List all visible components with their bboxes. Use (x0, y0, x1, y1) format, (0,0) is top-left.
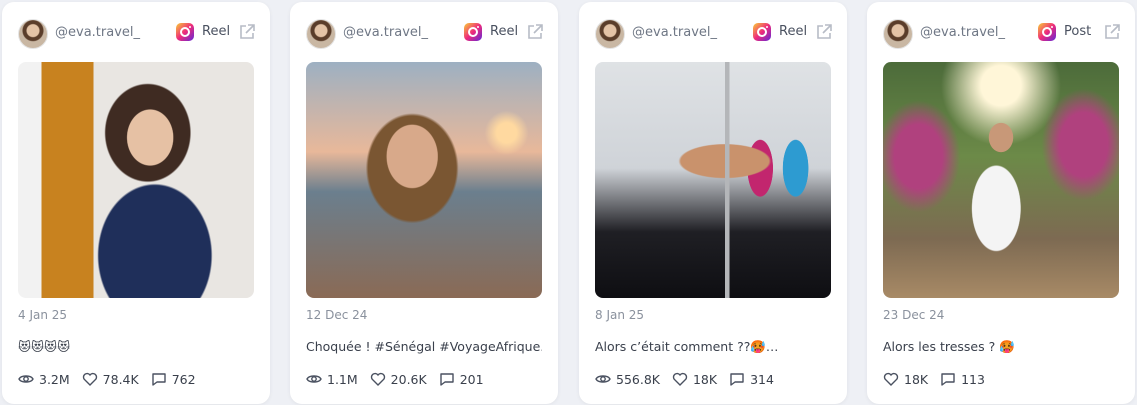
post-type-label: Reel (490, 24, 519, 39)
views-stat: 3.2M (18, 371, 70, 387)
likes-count: 78.4K (102, 371, 139, 387)
likes-stat: 18K (672, 371, 717, 387)
comment-icon (730, 373, 744, 386)
external-link-icon[interactable] (526, 23, 544, 41)
comments-count: 113 (961, 371, 985, 387)
likes-stat: 18K (883, 371, 928, 387)
post-type-label: Post (1064, 24, 1092, 39)
post-date: 8 Jan 25 (595, 308, 645, 322)
post-stats: 3.2M 78.4K 762 (18, 370, 208, 388)
post-caption: Alors c’était comment ??🥵… (595, 339, 779, 354)
post-header: @eva.travel_ Reel (18, 18, 256, 49)
post-thumbnail[interactable] (306, 62, 542, 298)
post-date: 12 Dec 24 (306, 308, 368, 322)
post-header: @eva.travel_ Reel (306, 18, 544, 49)
eye-icon (18, 375, 34, 383)
comments-stat: 113 (940, 371, 985, 387)
comment-icon (440, 373, 454, 386)
likes-stat: 78.4K (82, 371, 139, 387)
post-card[interactable]: @eva.travel_ Post 23 Dec 24 Alors les tr… (867, 2, 1135, 404)
comments-stat: 314 (729, 371, 774, 387)
post-card[interactable]: @eva.travel_ Reel 4 Jan 25 😻😻😻😻 3.2M 78.… (2, 2, 270, 404)
post-card[interactable]: @eva.travel_ Reel 8 Jan 25 Alors c’était… (579, 2, 847, 404)
comments-stat: 201 (439, 371, 484, 387)
post-stats: 1.1M 20.6K 201 (306, 370, 496, 388)
external-link-icon[interactable] (1103, 23, 1121, 41)
post-caption: 😻😻😻😻 (18, 339, 71, 354)
post-header: @eva.travel_ Reel (595, 18, 833, 49)
account-handle[interactable]: @eva.travel_ (632, 25, 717, 40)
post-type-label: Reel (202, 24, 231, 39)
comments-count: 201 (459, 371, 484, 387)
post-stats: 556.8K 18K 314 (595, 370, 786, 388)
comment-icon (152, 373, 166, 386)
post-date: 4 Jan 25 (18, 308, 68, 322)
instagram-icon (753, 23, 771, 41)
avatar[interactable] (883, 19, 913, 49)
post-thumbnail[interactable] (18, 62, 254, 298)
comments-count: 762 (171, 371, 196, 387)
post-card[interactable]: @eva.travel_ Reel 12 Dec 24 Choquée ! #S… (290, 2, 558, 404)
account-handle[interactable]: @eva.travel_ (343, 25, 428, 40)
likes-count: 18K (692, 371, 718, 387)
likes-count: 20.6K (390, 371, 427, 387)
comment-icon (941, 373, 955, 386)
avatar[interactable] (595, 19, 625, 49)
account-handle[interactable]: @eva.travel_ (55, 25, 140, 40)
avatar[interactable] (306, 19, 336, 49)
post-thumbnail[interactable] (883, 62, 1119, 298)
post-date: 23 Dec 24 (883, 308, 945, 322)
post-caption: Alors les tresses ? 🥵 (883, 339, 1015, 354)
post-stats: 18K 113 (883, 370, 997, 388)
external-link-icon[interactable] (238, 23, 256, 41)
avatar[interactable] (18, 19, 48, 49)
instagram-icon (1038, 23, 1056, 41)
views-stat: 556.8K (595, 371, 660, 387)
post-caption: Choquée ! #Sénégal #VoyageAfrique… (306, 339, 542, 354)
comments-count: 314 (750, 371, 774, 387)
account-handle[interactable]: @eva.travel_ (920, 25, 1005, 40)
eye-icon (306, 375, 322, 383)
post-header: @eva.travel_ Post (883, 18, 1121, 49)
views-count: 556.8K (616, 371, 660, 387)
heart-icon (82, 372, 97, 386)
eye-icon (595, 375, 611, 383)
post-thumbnail[interactable] (595, 62, 831, 298)
heart-icon (370, 372, 385, 386)
heart-icon (883, 372, 899, 386)
comments-stat: 762 (151, 371, 196, 387)
likes-count: 18K (904, 371, 929, 387)
views-count: 1.1M (327, 371, 358, 387)
instagram-icon (176, 23, 194, 41)
heart-icon (672, 372, 688, 386)
views-stat: 1.1M (306, 371, 358, 387)
likes-stat: 20.6K (370, 371, 427, 387)
views-count: 3.2M (39, 371, 70, 387)
post-type-label: Reel (779, 24, 808, 39)
instagram-icon (464, 23, 482, 41)
external-link-icon[interactable] (815, 23, 833, 41)
